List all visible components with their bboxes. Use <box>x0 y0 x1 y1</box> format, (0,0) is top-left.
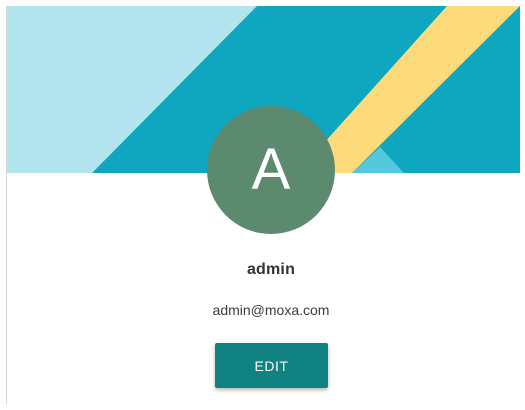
username-label: admin <box>246 261 296 278</box>
edit-button[interactable]: EDIT <box>215 343 328 388</box>
user-avatar: A <box>207 106 335 234</box>
avatar-initial: A <box>251 137 291 202</box>
email-label: admin@moxa.com <box>212 302 330 318</box>
profile-card: A admin admin@moxa.com EDIT <box>6 6 520 404</box>
